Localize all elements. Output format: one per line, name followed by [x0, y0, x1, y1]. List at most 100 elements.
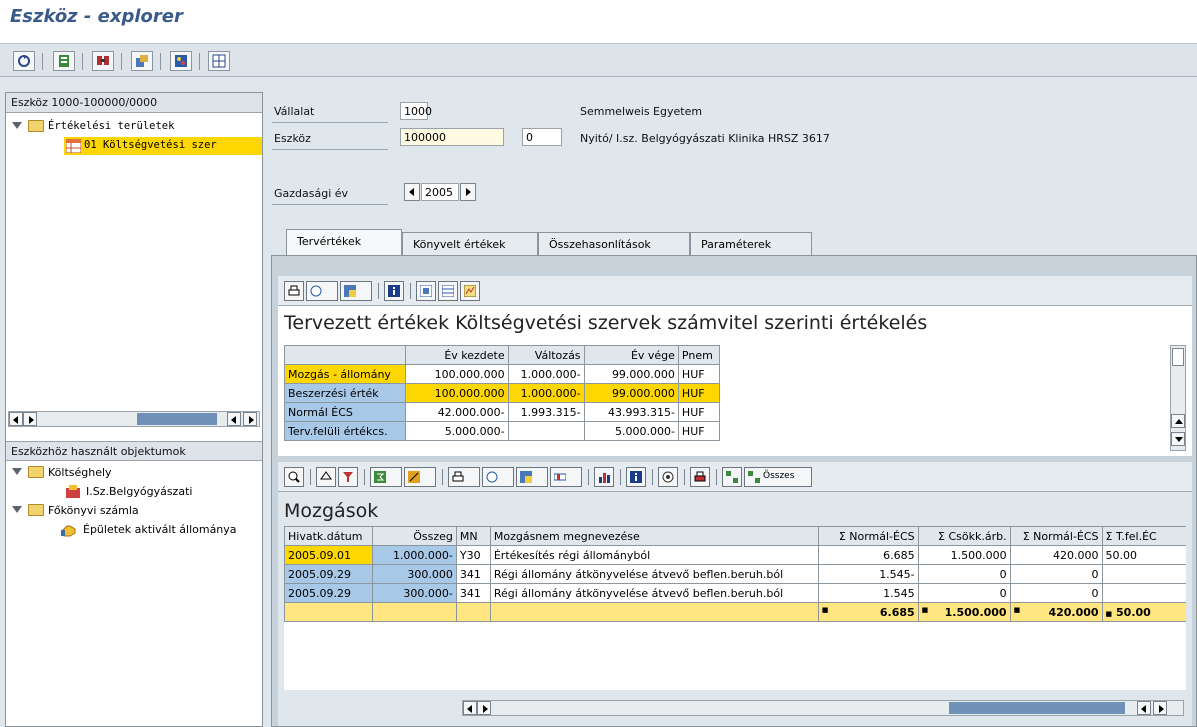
- sort-ascending-icon[interactable]: [316, 467, 336, 487]
- attachment-icon[interactable]: [658, 467, 678, 487]
- related-objects-header: Eszközhöz használt objektumok: [6, 441, 262, 461]
- spreadsheet-icon[interactable]: [516, 467, 548, 487]
- scroll-left-icon[interactable]: [1137, 701, 1151, 715]
- company-label: Vállalat: [274, 105, 315, 118]
- movements-panel: Összes Mozgások Hivatk.dátum Összeg MN M…: [278, 462, 1192, 726]
- left-navigation-panel: Eszköz 1000-100000/0000 Értékelési terül…: [5, 92, 263, 727]
- scroll-right-icon[interactable]: [1153, 701, 1167, 715]
- export-icon[interactable]: [482, 467, 514, 487]
- scroll-right-icon[interactable]: [477, 701, 491, 715]
- tab-posted-values[interactable]: Könyvelt értékek: [402, 232, 538, 256]
- filter-icon[interactable]: [338, 467, 358, 487]
- window-title: Eszköz - explorer: [10, 6, 183, 27]
- total-cell: ■ 420.000: [1009, 602, 1103, 622]
- asset-subnumber-field[interactable]: 0: [522, 128, 562, 146]
- scroll-thumb[interactable]: [1172, 348, 1184, 366]
- table-view-icon[interactable]: [438, 281, 458, 301]
- movements-table: Hivatk.dátum Összeg MN Mozgásnem megneve…: [284, 526, 1186, 622]
- refresh-icon[interactable]: [13, 51, 35, 71]
- tree-node-valuation-areas[interactable]: Értékelési területek: [10, 118, 260, 136]
- asset-tree-header: Eszköz 1000-100000/0000: [6, 93, 262, 113]
- table-row[interactable]: 2005.09.01 1.000.000- Y30 Értékesítés ré…: [284, 545, 1186, 565]
- overview-icon[interactable]: [53, 51, 75, 71]
- asset-field[interactable]: 100000: [400, 128, 504, 146]
- tab-content: Tervezett értékek Költségvetési szervek …: [271, 255, 1197, 727]
- company-field[interactable]: 1000: [400, 102, 432, 120]
- table-row[interactable]: Normál ÉCS 42.000.000- 1.993.315- 43.993…: [283, 402, 721, 422]
- total-cell: ■ 6.685: [817, 602, 919, 622]
- graph-icon[interactable]: [460, 281, 480, 301]
- table-row[interactable]: Terv.felüli értékcs. 5.000.000- 5.000.00…: [283, 421, 721, 441]
- search-icon[interactable]: [92, 51, 114, 71]
- year-next-button[interactable]: [460, 183, 476, 201]
- company-description: Semmelweis Egyetem: [580, 105, 703, 118]
- scroll-thumb[interactable]: [137, 413, 217, 425]
- folder-icon: [28, 120, 44, 132]
- folder-icon: [28, 466, 44, 478]
- tree-node-cost-center-item[interactable]: I.Sz.Belgyógyászati: [66, 483, 260, 501]
- table-row[interactable]: 2005.09.29 300.000 341 Régi állomány átk…: [284, 564, 1186, 584]
- tab-comparisons[interactable]: Összehasonlítások: [538, 232, 690, 256]
- asset-label: Eszköz: [274, 132, 311, 145]
- scroll-left-icon[interactable]: [227, 412, 241, 426]
- hand-icon: [61, 525, 76, 537]
- totals-row: ■ 6.685 ■ 1.500.000 ■ 420.000 ■ 50.00: [284, 602, 1186, 622]
- planned-values-table: Év kezdete Változás Év vége Pnem Mozgás …: [283, 345, 721, 441]
- fiscal-year-label: Gazdasági év: [274, 187, 349, 200]
- expand-icon[interactable]: [12, 468, 22, 475]
- display-icon[interactable]: [170, 51, 192, 71]
- planned-values-toolbar: [278, 276, 1192, 306]
- expand-icon[interactable]: [12, 506, 22, 513]
- fiscal-year-field[interactable]: 2005: [421, 183, 459, 201]
- tree-node-gl-account-item[interactable]: Épületek aktivált állománya: [61, 521, 261, 539]
- table-row[interactable]: Mozgás - állomány 100.000.000 1.000.000-…: [283, 364, 721, 384]
- table-row[interactable]: Beszerzési érték 100.000.000 1.000.000- …: [283, 383, 721, 403]
- total-all-button[interactable]: Összes: [744, 467, 812, 487]
- chart-icon[interactable]: [594, 467, 614, 487]
- tab-parameters[interactable]: Paraméterek: [690, 232, 812, 256]
- planned-values-vscrollbar[interactable]: [1170, 345, 1186, 451]
- tree-node-budget-area[interactable]: 01 Költségvetési szer: [64, 137, 262, 155]
- movements-grid-viewport: Hivatk.dátum Összeg MN Mozgásnem megneve…: [284, 526, 1186, 690]
- asset-detail-area: Vállalat 1000 Semmelweis Egyetem Eszköz …: [268, 92, 1197, 727]
- movements-title: Mozgások: [284, 500, 379, 522]
- table-header-row: Év kezdete Változás Év vége Pnem: [283, 345, 721, 365]
- info-icon[interactable]: [626, 467, 646, 487]
- planned-values-panel: Tervezett értékek Költségvetési szervek …: [278, 276, 1192, 456]
- movements-toolbar: Összes: [278, 462, 1192, 492]
- export-icon[interactable]: [306, 281, 338, 301]
- table-row[interactable]: 2005.09.29 300.000- 341 Régi állomány át…: [284, 583, 1186, 603]
- grid-icon[interactable]: [208, 51, 230, 71]
- expand-all-icon[interactable]: [722, 467, 742, 487]
- tree-node-cost-center[interactable]: Költséghely: [10, 464, 260, 482]
- info-icon[interactable]: [384, 281, 404, 301]
- spreadsheet-icon[interactable]: [340, 281, 372, 301]
- layout-icon[interactable]: [131, 51, 153, 71]
- tree-node-gl-account[interactable]: Főkönyvi számla: [10, 502, 260, 520]
- scroll-left-icon[interactable]: [9, 412, 23, 426]
- scroll-thumb[interactable]: [949, 702, 1125, 714]
- scroll-right-icon[interactable]: [23, 412, 37, 426]
- scroll-down-icon[interactable]: [1171, 432, 1185, 446]
- asset-description: Nyitó/ I.sz. Belgyógyászati Klinika HRSZ…: [580, 132, 830, 145]
- total-cell: ■ 50.00: [1101, 602, 1186, 622]
- detail-icon[interactable]: [416, 281, 436, 301]
- detail-search-icon[interactable]: [284, 467, 304, 487]
- window-title-bar: Eszköz - explorer: [0, 0, 1197, 44]
- total-icon[interactable]: [370, 467, 402, 487]
- scroll-right-icon[interactable]: [243, 412, 257, 426]
- main-toolbar: [0, 45, 1197, 77]
- print-icon[interactable]: [284, 281, 304, 301]
- folder-icon: [28, 504, 44, 516]
- tab-planned-values[interactable]: Tervértékek: [286, 229, 402, 256]
- expand-icon[interactable]: [12, 122, 22, 129]
- layout-icon[interactable]: [550, 467, 582, 487]
- subtotal-icon[interactable]: [404, 467, 436, 487]
- year-prev-button[interactable]: [404, 183, 420, 201]
- left-tree-hscrollbar[interactable]: [8, 411, 260, 427]
- print-icon[interactable]: [448, 467, 480, 487]
- print-preview-icon[interactable]: [690, 467, 710, 487]
- scroll-up-icon[interactable]: [1171, 414, 1185, 428]
- movements-hscrollbar[interactable]: [462, 700, 1184, 716]
- scroll-left-icon[interactable]: [463, 701, 477, 715]
